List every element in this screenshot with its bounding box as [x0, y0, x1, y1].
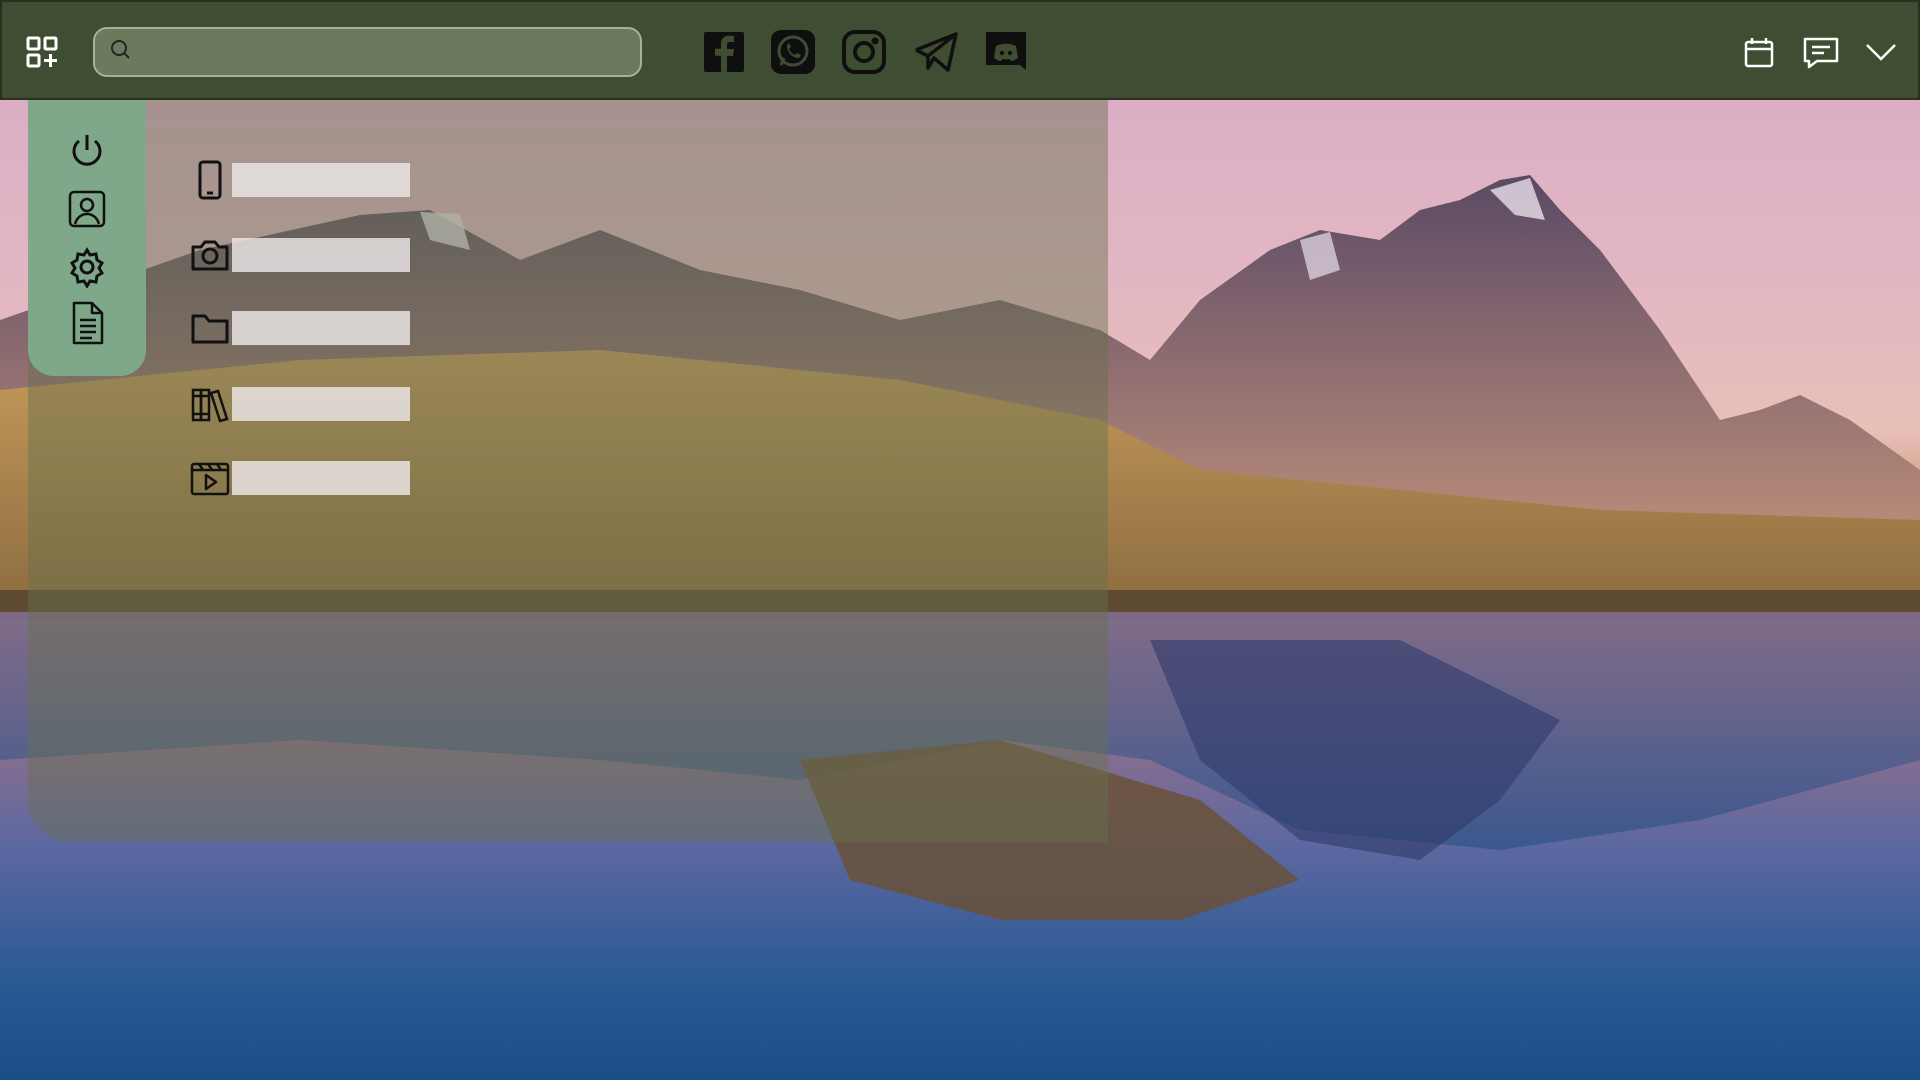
folder-icon: [190, 308, 230, 348]
app-item-camera[interactable]: [190, 235, 410, 275]
settings-icon[interactable]: [66, 246, 108, 289]
message-icon[interactable]: [1799, 30, 1843, 74]
phone-icon: [190, 160, 230, 200]
user-icon[interactable]: [66, 188, 108, 230]
library-icon: [190, 384, 230, 424]
app-item-phone[interactable]: [190, 160, 410, 200]
side-rail: [28, 100, 146, 376]
chevron-down-icon[interactable]: [1859, 30, 1903, 74]
instagram-icon[interactable]: [840, 28, 888, 76]
app-item-library[interactable]: [190, 384, 410, 424]
apps-add-icon[interactable]: [24, 34, 60, 70]
whatsapp-icon[interactable]: [769, 28, 817, 76]
search-input[interactable]: [133, 29, 640, 75]
app-label: [232, 387, 410, 421]
calendar-icon[interactable]: [1737, 30, 1781, 74]
telegram-icon[interactable]: [912, 28, 960, 76]
power-icon[interactable]: [66, 130, 108, 172]
app-item-video[interactable]: [190, 458, 410, 498]
discord-icon[interactable]: [982, 28, 1030, 76]
app-item-folder[interactable]: [190, 308, 410, 348]
app-label: [232, 461, 410, 495]
top-bar: [0, 0, 1920, 100]
search-bar[interactable]: [93, 27, 642, 77]
document-icon[interactable]: [66, 300, 108, 345]
facebook-icon[interactable]: [700, 28, 748, 76]
app-label: [232, 163, 410, 197]
app-label: [232, 238, 410, 272]
app-label: [232, 311, 410, 345]
search-icon: [109, 38, 133, 67]
camera-icon: [190, 235, 230, 275]
video-icon: [190, 458, 230, 498]
